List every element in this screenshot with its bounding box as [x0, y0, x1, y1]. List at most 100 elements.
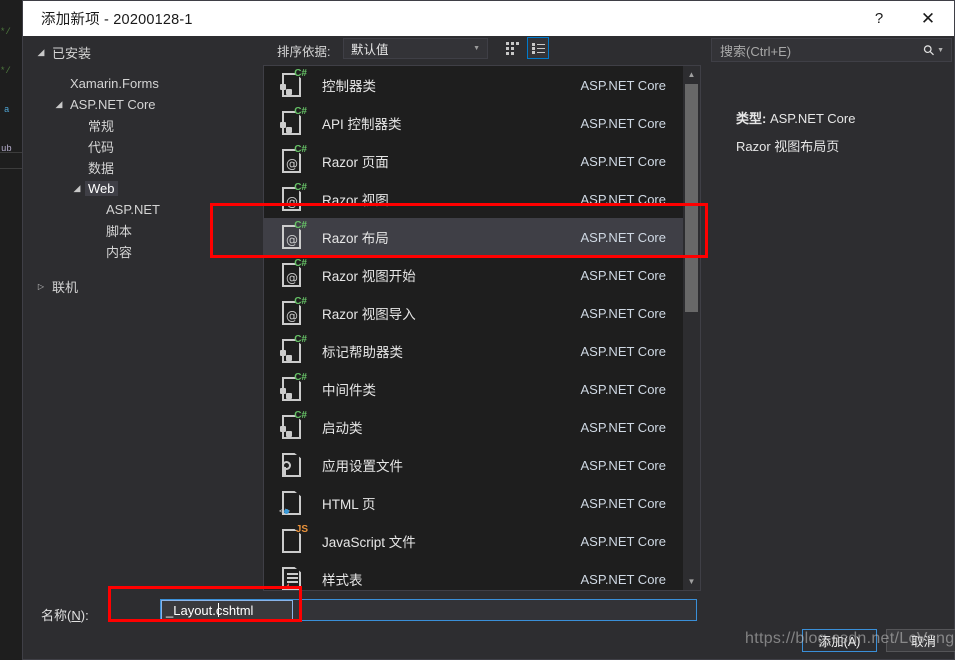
list-item[interactable]: C# 启动类 ASP.NET Core — [264, 408, 684, 446]
dialog-footer: 名称(N): _Layout.cshtml 添加(A) 取消 — [23, 591, 955, 659]
search-input[interactable]: 搜索(Ctrl+E) ⚲ ▼ — [711, 38, 952, 62]
template-list-items: C# 控制器类 ASP.NET Core C# API 控制器类 ASP.NET Core… — [264, 66, 684, 590]
close-icon[interactable]: ✕ — [902, 1, 954, 36]
csharp-razor-file-icon: @ C# — [282, 259, 307, 288]
scroll-down-icon[interactable]: ▼ — [683, 573, 700, 590]
at-glyph: @ — [286, 157, 298, 171]
csharp-puzzle-file-icon: C# — [280, 373, 307, 402]
csharp-puzzle-file-icon: C# — [280, 107, 307, 136]
detail-type-value: ASP.NET Core — [769, 111, 856, 126]
list-item-icon: @ C# — [278, 220, 308, 252]
list-item[interactable]: 应用设置文件 ASP.NET Core — [264, 446, 684, 484]
tree-item-3[interactable]: ·常规 — [23, 115, 251, 136]
list-item[interactable]: @ C# Razor 视图开始 ASP.NET Core — [264, 256, 684, 294]
html-dot-glyph — [284, 509, 289, 514]
chevron-down-icon[interactable]: ◢ — [69, 183, 85, 194]
tree-item-label: 代码 — [88, 140, 115, 155]
csharp-razor-file-icon: @ C# — [282, 145, 307, 174]
chevron-right-icon[interactable]: ▷ — [33, 282, 49, 291]
list-item-icon: @ C# — [278, 297, 308, 328]
html-file-icon: < > — [279, 491, 303, 516]
list-item[interactable]: C# 标记帮助器类 ASP.NET Core — [264, 332, 684, 370]
list-item[interactable]: @ C# Razor 页面 ASP.NET Core — [264, 142, 684, 180]
category-tree: ◢已安装·Xamarin.Forms◢ASP.NET Core·常规·代码·数据… — [23, 36, 251, 591]
list-item-icon: JS — [278, 525, 308, 556]
list-item-category: ASP.NET Core — [580, 457, 666, 473]
csharp-razor-file-icon: @ C# — [282, 183, 307, 212]
sort-by-dropdown[interactable]: 默认值 ▼ — [343, 38, 488, 59]
list-item-icon: @ C# — [278, 183, 308, 214]
tree-item-10[interactable]: ▷ 联机 — [23, 276, 251, 297]
list-item-icon: C# — [278, 411, 308, 442]
tree-item-label: ASP.NET — [106, 202, 160, 217]
detail-type-row: 类型: ASP.NET Core — [736, 108, 855, 127]
csharp-badge: C# — [294, 182, 307, 193]
list-item[interactable]: < > HTML 页 ASP.NET Core — [264, 484, 684, 522]
grid-view-button[interactable] — [501, 37, 523, 59]
list-item[interactable]: @ C# Razor 视图导入 ASP.NET Core — [264, 294, 684, 332]
csharp-badge: C# — [294, 220, 307, 231]
puzzle-glyph — [280, 350, 293, 363]
bg-code-line: ub — [1, 144, 12, 154]
scrollbar-thumb[interactable] — [685, 84, 698, 312]
text-caret — [218, 603, 219, 617]
name-input[interactable]: _Layout.cshtml — [160, 599, 697, 621]
title-bar-buttons: ? ✕ — [856, 1, 954, 36]
list-item-category: ASP.NET Core — [580, 495, 666, 511]
list-item[interactable]: JS JavaScript 文件 ASP.NET Core — [264, 522, 684, 560]
list-view-button[interactable] — [527, 37, 549, 59]
tree-item-5[interactable]: ·数据 — [23, 157, 251, 178]
list-item-name: 样式表 — [322, 573, 363, 588]
bg-divider — [0, 152, 22, 153]
javascript-file-icon: JS — [282, 525, 308, 554]
chevron-down-icon[interactable]: ◢ — [33, 47, 49, 58]
puzzle-glyph — [280, 122, 293, 135]
bg-code-line: */ — [0, 66, 11, 76]
tree-item-1[interactable]: ·Xamarin.Forms — [23, 73, 251, 94]
list-item-icon: C# — [278, 335, 308, 366]
tree-spacer: · — [87, 247, 103, 256]
list-item[interactable]: @ C# Razor 视图 ASP.NET Core — [264, 180, 684, 218]
csharp-puzzle-file-icon: C# — [280, 411, 307, 440]
tree-item-2[interactable]: ◢ ASP.NET Core — [23, 94, 251, 115]
tree-item-label: 脚本 — [106, 224, 133, 239]
list-toolbar: 排序依据: 默认值 ▼ — [251, 36, 701, 65]
tree-item-label: 内容 — [106, 245, 133, 260]
list-item[interactable]: 样式表 ASP.NET Core — [264, 560, 684, 590]
tree-item-6[interactable]: ◢ Web — [23, 178, 251, 199]
dialog-title: 添加新项 - 20200128-1 — [41, 12, 193, 28]
list-item-category: ASP.NET Core — [580, 115, 666, 131]
list-item-name: 中间件类 — [322, 383, 376, 398]
list-scrollbar[interactable]: ▲ ▼ — [683, 66, 700, 590]
list-item-category: ASP.NET Core — [580, 267, 666, 283]
list-item-name: Razor 视图开始 — [322, 269, 416, 284]
template-list[interactable]: C# 控制器类 ASP.NET Core C# API 控制器类 ASP.NET Core… — [263, 65, 701, 591]
list-item[interactable]: @ C# Razor 布局 ASP.NET Core — [264, 218, 684, 256]
list-item[interactable]: C# API 控制器类 ASP.NET Core — [264, 104, 684, 142]
puzzle-glyph — [280, 388, 293, 401]
background-editor-strip: */ */ a ub — [0, 0, 22, 660]
sort-by-value: 默认值 — [351, 43, 389, 57]
list-item[interactable]: C# 中间件类 ASP.NET Core — [264, 370, 684, 408]
tree-item-label: 联机 — [52, 280, 79, 295]
csharp-razor-file-icon: @ C# — [282, 297, 307, 326]
help-icon[interactable]: ? — [856, 1, 902, 36]
tree-item-0[interactable]: ◢ 已安装 — [23, 42, 251, 63]
tree-item-4[interactable]: ·代码 — [23, 136, 251, 157]
scroll-up-icon[interactable]: ▲ — [683, 66, 700, 83]
list-item-name: Razor 页面 — [322, 155, 389, 170]
tree-spacer: · — [51, 79, 67, 88]
list-item-category: ASP.NET Core — [580, 343, 666, 359]
chevron-down-icon[interactable]: ◢ — [51, 99, 67, 110]
list-item-category: ASP.NET Core — [580, 191, 666, 207]
list-item-category: ASP.NET Core — [580, 305, 666, 321]
tree-item-label: 数据 — [88, 161, 115, 176]
tree-item-8[interactable]: ·脚本 — [23, 220, 251, 241]
list-item-category: ASP.NET Core — [580, 571, 666, 587]
tree-item-7[interactable]: ·ASP.NET — [23, 199, 251, 220]
at-glyph: @ — [286, 309, 298, 323]
tree-item-9[interactable]: ·内容 — [23, 241, 251, 262]
sort-by-label: 排序依据: — [277, 45, 331, 59]
list-item[interactable]: C# 控制器类 ASP.NET Core — [264, 66, 684, 104]
chevron-down-icon: ▼ — [473, 45, 480, 52]
